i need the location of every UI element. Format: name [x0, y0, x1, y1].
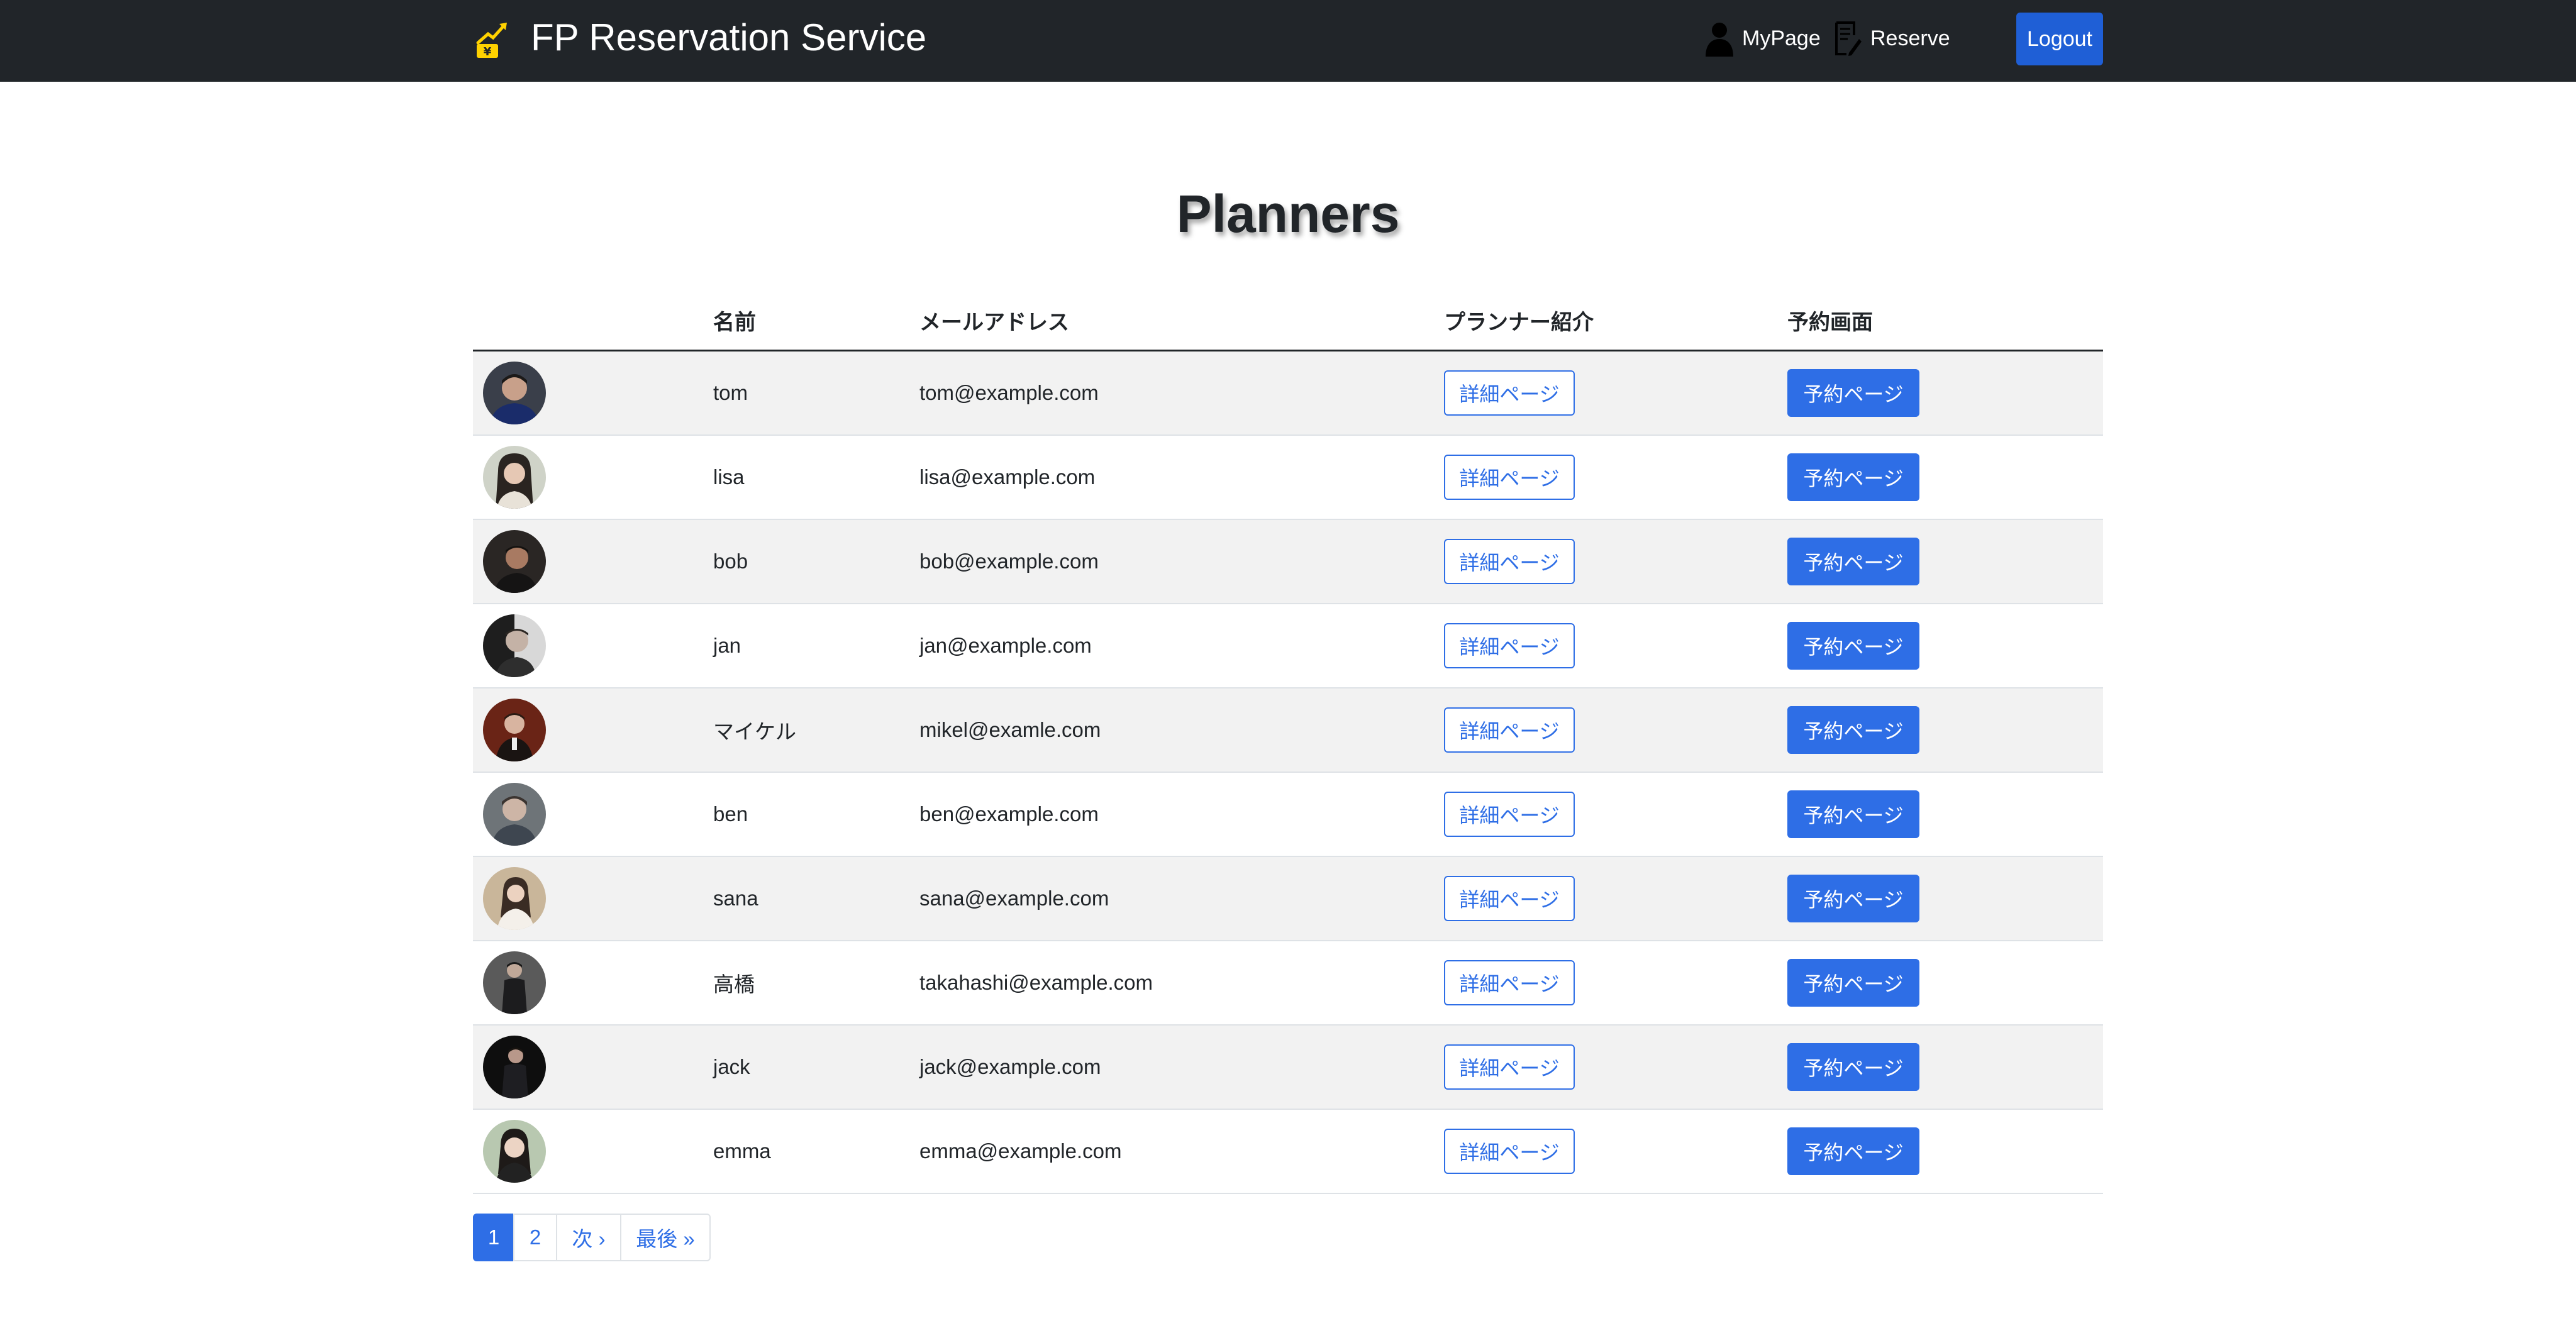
table-row: bob bob@example.com 詳細ページ 予約ページ	[473, 520, 2103, 604]
table-row: jack jack@example.com 詳細ページ 予約ページ	[473, 1026, 2103, 1110]
document-edit-icon	[1835, 21, 1862, 56]
table-row: jan jan@example.com 詳細ページ 予約ページ	[473, 604, 2103, 689]
nav-mypage-link[interactable]: MyPage	[1704, 19, 1821, 58]
navbar: ¥ FP Reservation Service MyPage Reserve …	[0, 0, 2576, 82]
logout-button[interactable]: Logout	[2016, 13, 2103, 65]
avatar	[483, 783, 546, 846]
planner-name: sana	[713, 887, 758, 910]
person-icon	[1706, 23, 1733, 57]
reserve-page-button[interactable]: 予約ページ	[1787, 453, 1919, 501]
planner-email: jan@example.com	[919, 634, 1092, 657]
planner-name: ben	[713, 802, 748, 826]
next-page-link[interactable]: 次 ›	[556, 1214, 621, 1261]
table-row: lisa lisa@example.com 詳細ページ 予約ページ	[473, 436, 2103, 520]
reserve-page-button[interactable]: 予約ページ	[1787, 538, 1919, 585]
nav-mypage-label: MyPage	[1742, 26, 1821, 50]
avatar	[483, 1120, 546, 1183]
avatar	[483, 530, 546, 593]
reserve-page-button[interactable]: 予約ページ	[1787, 875, 1919, 922]
yen-growth-icon[interactable]: ¥	[473, 18, 511, 59]
avatar	[483, 867, 546, 930]
planner-name: emma	[713, 1139, 771, 1163]
detail-page-button[interactable]: 詳細ページ	[1444, 455, 1575, 500]
planner-name: lisa	[713, 465, 745, 489]
nav-reserve-label: Reserve	[1870, 26, 1950, 50]
planner-email: takahashi@example.com	[919, 971, 1153, 994]
planner-email: lisa@example.com	[919, 465, 1096, 489]
detail-page-button[interactable]: 詳細ページ	[1444, 960, 1575, 1005]
table-row: sana sana@example.com 詳細ページ 予約ページ	[473, 857, 2103, 941]
svg-text:¥: ¥	[484, 45, 492, 58]
brand-title[interactable]: FP Reservation Service	[531, 14, 926, 62]
detail-page-button[interactable]: 詳細ページ	[1444, 792, 1575, 837]
detail-page-button[interactable]: 詳細ページ	[1444, 1044, 1575, 1090]
detail-page-button[interactable]: 詳細ページ	[1444, 707, 1575, 753]
planner-email: tom@example.com	[919, 381, 1099, 404]
table-row: emma emma@example.com 詳細ページ 予約ページ	[473, 1110, 2103, 1194]
avatar	[483, 614, 546, 677]
planner-email: jack@example.com	[919, 1055, 1101, 1078]
detail-page-button[interactable]: 詳細ページ	[1444, 1129, 1575, 1174]
planner-email: emma@example.com	[919, 1139, 1122, 1163]
reserve-page-button[interactable]: 予約ページ	[1787, 1127, 1919, 1175]
planner-email: bob@example.com	[919, 550, 1099, 573]
avatar	[483, 362, 546, 424]
pagination: 1 2 次 › 最後 »	[473, 1214, 711, 1261]
reserve-page-button[interactable]: 予約ページ	[1787, 706, 1919, 754]
reserve-page-button[interactable]: 予約ページ	[1787, 622, 1919, 670]
header-name: 名前	[713, 311, 756, 335]
reserve-page-button[interactable]: 予約ページ	[1787, 790, 1919, 838]
detail-page-button[interactable]: 詳細ページ	[1444, 370, 1575, 416]
table-row: ben ben@example.com 詳細ページ 予約ページ	[473, 773, 2103, 857]
planner-name: tom	[713, 381, 748, 404]
avatar	[483, 446, 546, 509]
planner-email: sana@example.com	[919, 887, 1109, 910]
avatar	[483, 699, 546, 761]
nav-reserve-link[interactable]: Reserve	[1833, 19, 1950, 58]
avatar	[483, 1036, 546, 1098]
planner-email: mikel@examle.com	[919, 718, 1101, 741]
detail-page-button[interactable]: 詳細ページ	[1444, 623, 1575, 668]
detail-page-button[interactable]: 詳細ページ	[1444, 876, 1575, 921]
planner-name: 高橋	[713, 973, 755, 996]
page-title: Planners	[1176, 184, 1400, 243]
reserve-page-button[interactable]: 予約ページ	[1787, 369, 1919, 417]
reserve-page-button[interactable]: 予約ページ	[1787, 1043, 1919, 1091]
planner-name: jan	[713, 634, 741, 657]
detail-page-button[interactable]: 詳細ページ	[1444, 539, 1575, 584]
avatar	[483, 951, 546, 1014]
header-intro: プランナー紹介	[1444, 311, 1594, 335]
page-2-link[interactable]: 2	[513, 1214, 557, 1261]
table-header: 名前 メールアドレス プランナー紹介 予約画面	[473, 303, 2103, 351]
last-page-link[interactable]: 最後 »	[620, 1214, 711, 1261]
table-row: tom tom@example.com 詳細ページ 予約ページ	[473, 351, 2103, 436]
header-reserve: 予約画面	[1787, 311, 1873, 335]
planner-email: ben@example.com	[919, 802, 1099, 826]
reserve-page-button[interactable]: 予約ページ	[1787, 959, 1919, 1007]
planner-name: jack	[713, 1055, 750, 1078]
header-email: メールアドレス	[919, 311, 1069, 335]
planner-name: マイケル	[713, 720, 796, 743]
table-row: 高橋 takahashi@example.com 詳細ページ 予約ページ	[473, 941, 2103, 1026]
planner-name: bob	[713, 550, 748, 573]
page-1-link[interactable]: 1	[473, 1214, 514, 1261]
table-row: マイケル mikel@examle.com 詳細ページ 予約ページ	[473, 689, 2103, 773]
planners-table: 名前 メールアドレス プランナー紹介 予約画面 tom tom@example.…	[473, 303, 2103, 1194]
